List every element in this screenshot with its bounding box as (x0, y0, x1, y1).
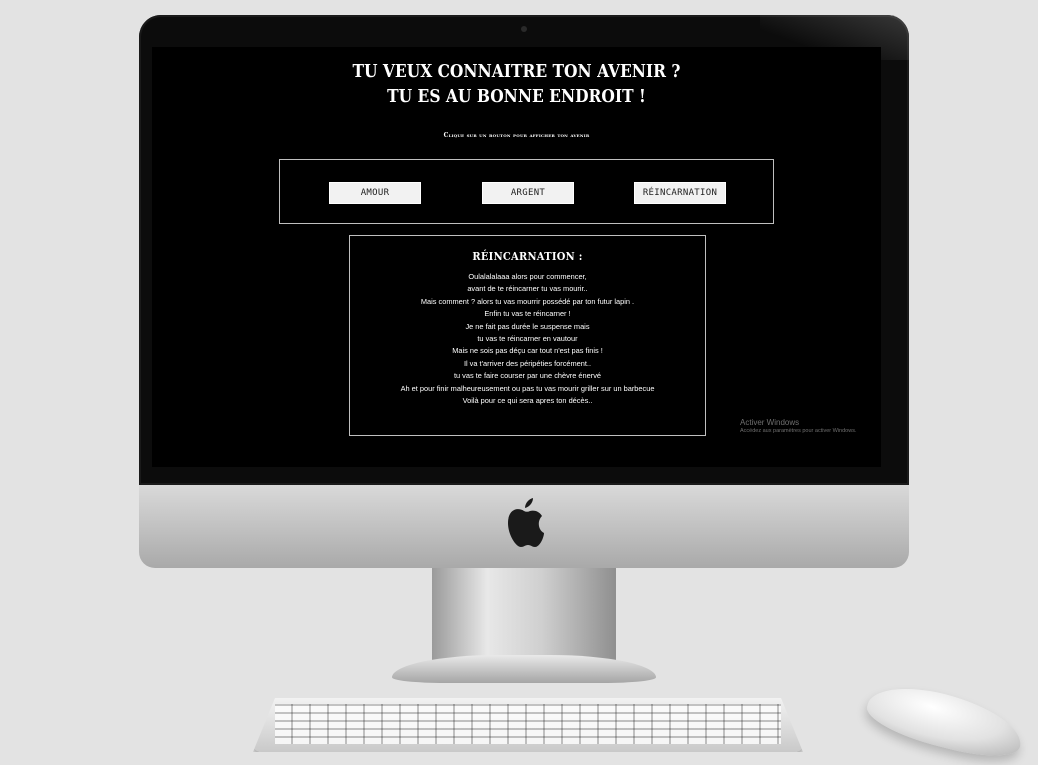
result-line: avant de te réincarner tu vas mourir.. (467, 284, 588, 294)
result-line: Il va t'arriver des péripéties forcément… (463, 358, 592, 368)
reincarnation-button[interactable]: RÉINCARNATION (634, 182, 726, 204)
result-line: Mais comment ? alors tu vas mourrir poss… (420, 296, 635, 306)
camera-icon (521, 26, 527, 32)
activate-windows-watermark: Activer Windows Accédez aux paramètres p… (740, 418, 856, 434)
result-line: Mais ne sois pas déçu car tout n'est pas… (452, 346, 603, 356)
mouse (862, 676, 1028, 765)
activate-windows-title: Activer Windows (740, 418, 800, 427)
apple-logo-icon (508, 498, 544, 547)
result-line: Enfin tu vas te réincarner ! (484, 309, 571, 319)
keyboard-keys (275, 704, 781, 744)
result-line: tu vas te faire courser par une chèvre é… (453, 371, 602, 381)
monitor-stand-base (392, 655, 656, 683)
page-subtitle: Clique sur un bouton pour afficher ton a… (443, 132, 590, 139)
result-line: Ah et pour finir malheureusement ou pas … (400, 383, 655, 393)
result-line: Oulalalalaaa alors pour commencer, (468, 272, 587, 281)
amour-button[interactable]: AMOUR (329, 182, 421, 204)
result-line: tu vas te réincarner en vautour (477, 334, 578, 344)
page-title-line2: TU ES AU BONNE ENDROIT ! (387, 86, 646, 107)
page-title-line1: TU VEUX CONNAITRE TON AVENIR ? (352, 61, 681, 82)
result-text: Oulalalalaaa alors pour commencer, avant… (350, 271, 705, 407)
keyboard (253, 698, 803, 752)
result-line: Je ne fait pas durée le suspense mais (465, 321, 590, 331)
activate-windows-hint: Accédez aux paramètres pour activer Wind… (740, 428, 857, 434)
argent-button[interactable]: ARGENT (482, 182, 574, 204)
result-line: Voilà pour ce qui sera apres ton décès.. (462, 396, 593, 406)
screen: TU VEUX CONNAITRE TON AVENIR ? TU ES AU … (152, 47, 881, 467)
button-panel: AMOUR ARGENT RÉINCARNATION (279, 159, 774, 224)
result-box: RÉINCARNATION : Oulalalalaaa alors pour … (349, 235, 706, 436)
result-title: RÉINCARNATION : (472, 250, 583, 263)
